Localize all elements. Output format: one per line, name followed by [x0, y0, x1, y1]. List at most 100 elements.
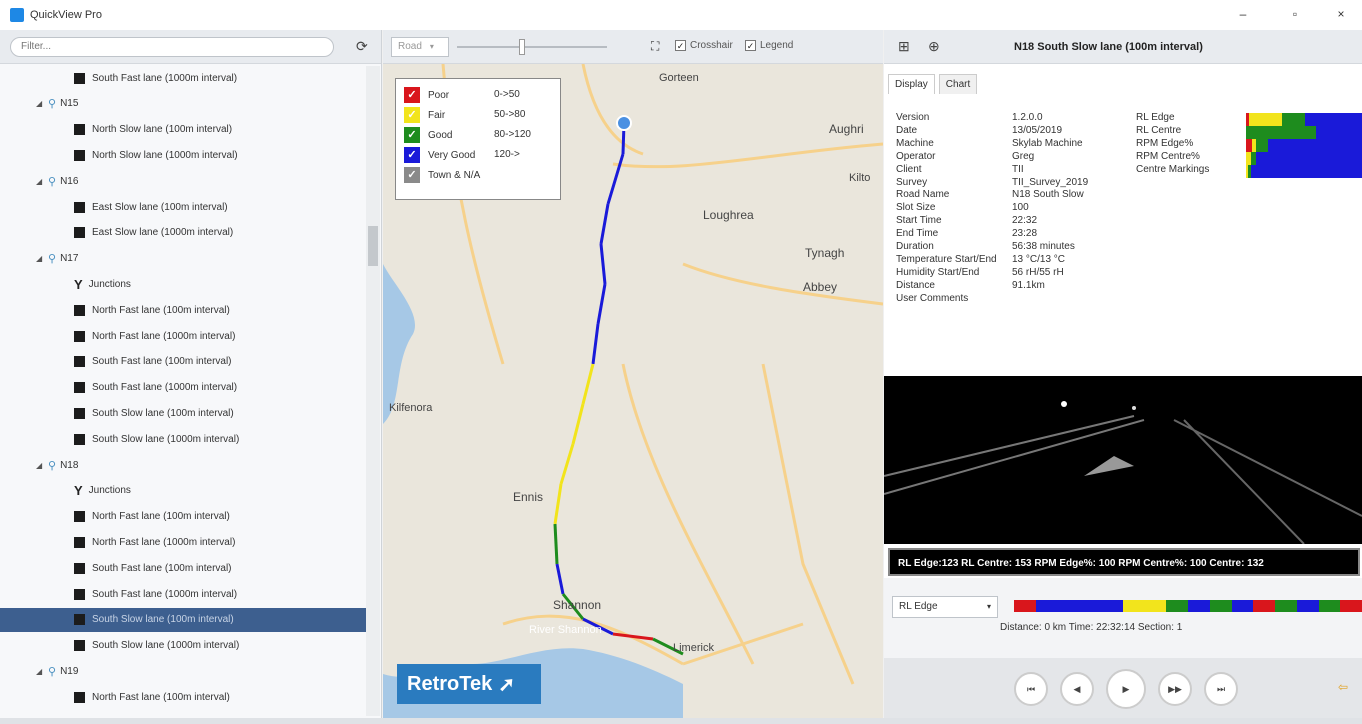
- legend-range: 80->120: [494, 129, 531, 140]
- legend-checkbox[interactable]: ✓: [404, 167, 420, 183]
- info-value: Greg: [1012, 150, 1035, 162]
- map-panel[interactable]: Road ▾ ⛶ ✓ Crosshair ✓ Legend ✓ Poor 0->50 ✓ Fa…: [383, 30, 883, 718]
- junction-icon: Y: [74, 276, 83, 292]
- tree-survey-item[interactable]: North Fast lane (100m interval): [0, 505, 366, 529]
- tree-survey-item[interactable]: South Slow lane (1000m interval): [0, 427, 366, 451]
- tree-road-node[interactable]: ◢ ⚲ N15: [0, 92, 366, 116]
- tree-road-node[interactable]: ◢ ⚲ N18: [0, 453, 366, 477]
- tree-road-node[interactable]: ◢ ⚲ N19: [0, 659, 366, 683]
- survey-icon: [74, 201, 85, 213]
- zoom-slider[interactable]: [457, 39, 607, 55]
- legend-label: Good: [428, 129, 453, 141]
- tab-chart[interactable]: Chart: [938, 74, 978, 94]
- legend-item: ✓ Fair: [404, 107, 445, 123]
- legend-checkbox[interactable]: ✓: [404, 87, 420, 103]
- metric-select[interactable]: RL Edge ▾: [892, 596, 998, 618]
- tree-item-label: N18: [60, 459, 79, 471]
- tree-survey-item[interactable]: South Fast lane (1000m interval): [0, 66, 366, 90]
- last-button[interactable]: ⏭: [1204, 672, 1238, 706]
- tree-survey-item[interactable]: North Slow lane (1000m interval): [0, 143, 366, 167]
- tree-item-label: North Fast lane (100m interval): [92, 511, 230, 523]
- legend-range: 50->80: [494, 109, 526, 120]
- exit-icon[interactable]: ⇦: [1338, 680, 1348, 694]
- play-button[interactable]: ▶: [1106, 669, 1146, 709]
- tree-survey-item[interactable]: South Fast lane (100m interval): [0, 556, 366, 580]
- tree-road-node[interactable]: ◢ ⚲ N17: [0, 247, 366, 271]
- measurement-readout: RL Edge:123 RL Centre: 153 RPM Edge%: 10…: [888, 548, 1360, 576]
- tree-item-label: South Slow lane (100m interval): [92, 614, 234, 626]
- tree-survey-item[interactable]: South Slow lane (100m interval): [0, 401, 366, 425]
- tree-survey-item[interactable]: North Fast lane (1000m interval): [0, 530, 366, 554]
- survey-video[interactable]: [883, 376, 1362, 545]
- timeline-segment: [1188, 600, 1210, 612]
- tab-display[interactable]: Display: [888, 74, 935, 94]
- expand-icon[interactable]: ◢: [36, 254, 44, 263]
- legend-item: ✓ Town & N/A: [404, 167, 480, 183]
- legend-checkbox[interactable]: ✓ Legend: [745, 40, 793, 51]
- info-label: Temperature Start/End: [896, 253, 997, 265]
- road-icon: ⚲: [48, 253, 57, 266]
- map-layer-select[interactable]: Road ▾: [391, 36, 449, 57]
- playback-controls: ⏮ ◀ ▶ ▶▶ ⏭ ⇦: [884, 658, 1362, 718]
- maximize-button[interactable]: ▫: [1280, 7, 1310, 21]
- next-button[interactable]: ▶▶: [1158, 672, 1192, 706]
- filter-input[interactable]: [10, 36, 334, 57]
- tree-survey-item[interactable]: South Slow lane (100m interval): [0, 607, 366, 632]
- previous-button[interactable]: ◀: [1060, 672, 1094, 706]
- legend-range: 0->50: [494, 89, 520, 100]
- legend-checkbox[interactable]: ✓: [404, 127, 420, 143]
- expand-icon[interactable]: ◢: [36, 99, 44, 108]
- timeline-segment: [1318, 600, 1341, 612]
- position-status: Distance: 0 km Time: 22:32:14 Section: 1: [1000, 622, 1183, 633]
- town-label: Abbey: [803, 280, 838, 294]
- zoom-slider-knob[interactable]: [519, 39, 525, 55]
- legend-checkbox[interactable]: ✓: [404, 147, 420, 163]
- survey-icon: [74, 614, 85, 626]
- route-start-marker[interactable]: [616, 115, 632, 131]
- info-label: Duration: [896, 241, 934, 252]
- expand-icon[interactable]: ◢: [36, 667, 44, 676]
- tree-junctions-node[interactable]: Y Junctions: [0, 272, 366, 296]
- tree-survey-item[interactable]: South Fast lane (100m interval): [0, 350, 366, 374]
- tree-item-label: East Slow lane (1000m interval): [92, 227, 234, 239]
- tree-junctions-node[interactable]: Y Junctions: [0, 479, 366, 503]
- town-label: Aughri: [829, 122, 864, 136]
- info-value: 1.2.0.0: [1012, 112, 1043, 123]
- close-button[interactable]: ×: [1326, 7, 1356, 21]
- section-timeline[interactable]: [1014, 600, 1362, 612]
- tree-item-label: South Slow lane (1000m interval): [92, 640, 240, 652]
- tree-survey-item[interactable]: South Fast lane (1000m interval): [0, 582, 366, 606]
- expand-icon[interactable]: ◢: [36, 177, 44, 186]
- first-button[interactable]: ⏮: [1014, 672, 1048, 706]
- expand-icon[interactable]: ◢: [36, 461, 44, 470]
- survey-icon: [74, 433, 85, 445]
- tree-survey-item[interactable]: North Fast lane (100m interval): [0, 685, 366, 709]
- chevron-down-icon: ▾: [986, 602, 991, 611]
- tree-survey-item[interactable]: South Slow lane (1000m interval): [0, 634, 366, 658]
- scroll-thumb[interactable]: [368, 226, 378, 266]
- survey-icon: [74, 691, 85, 703]
- crosshair-checkbox[interactable]: ✓ Crosshair: [675, 40, 733, 51]
- fullscreen-icon[interactable]: ⛶: [651, 39, 659, 54]
- legend-checkbox[interactable]: ✓: [404, 107, 420, 123]
- quality-bar-label: RL Centre: [1136, 125, 1182, 136]
- quality-bar-segment: [1305, 113, 1362, 126]
- tree-survey-item[interactable]: North Fast lane (1000m interval): [0, 324, 366, 348]
- tree-survey-item[interactable]: South Fast lane (1000m interval): [0, 376, 366, 400]
- tree-road-node[interactable]: ◢ ⚲ N16: [0, 169, 366, 193]
- globe-icon[interactable]: ⊕: [928, 38, 940, 55]
- tree-survey-item[interactable]: North Fast lane (100m interval): [0, 298, 366, 322]
- town-label: Kilfenora: [389, 402, 433, 414]
- tree-survey-item[interactable]: North Slow lane (100m interval): [0, 118, 366, 142]
- timeline-segment: [1122, 600, 1145, 612]
- info-label: End Time: [896, 228, 939, 240]
- minimize-button[interactable]: –: [1228, 7, 1258, 21]
- tree-scrollbar[interactable]: [366, 66, 380, 716]
- survey-icon: [74, 640, 85, 652]
- tree-view-icon[interactable]: ⊞: [898, 38, 910, 55]
- info-label: Humidity Start/End: [896, 266, 980, 278]
- tree-survey-item[interactable]: East Slow lane (1000m interval): [0, 221, 366, 245]
- tree-survey-item[interactable]: East Slow lane (100m interval): [0, 195, 366, 219]
- refresh-icon[interactable]: ⟳: [356, 38, 368, 55]
- town-label: Ennis: [513, 490, 544, 504]
